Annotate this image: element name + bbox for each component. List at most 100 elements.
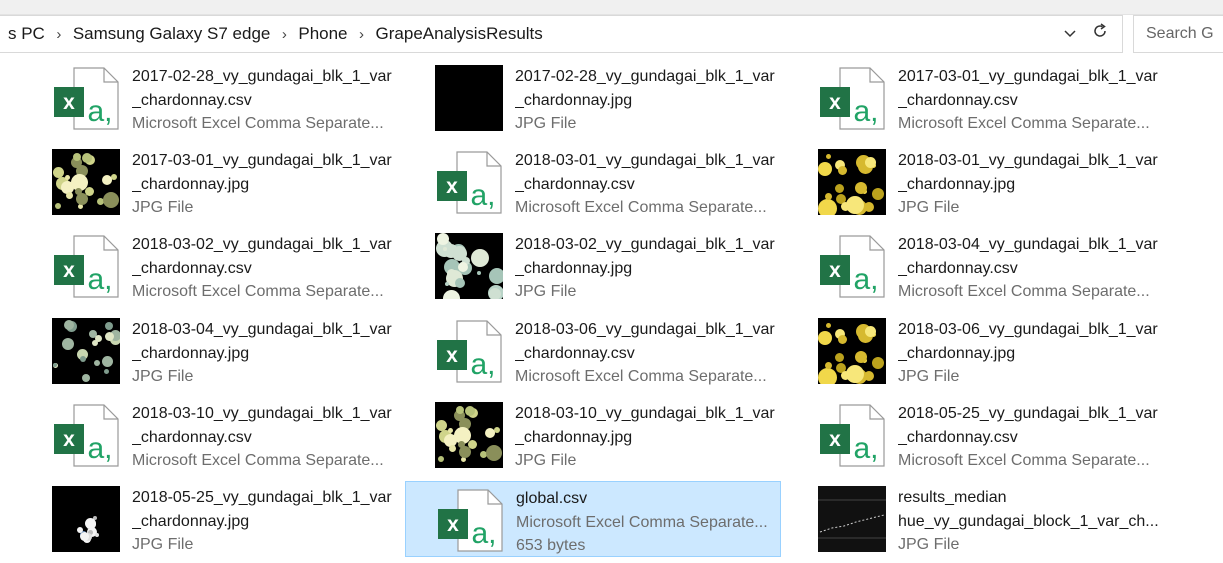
file-text: global.csv Microsoft Excel Comma Separate… xyxy=(516,487,781,558)
file-name: 2018-03-10_vy_gundagai_blk_1_var xyxy=(132,405,392,422)
file-text: 2017-03-01_vy_gundagai_blk_1_var _chardon… xyxy=(898,65,1163,136)
file-grid: x a, 2017-02-28_vy_gundagai_blk_1_var _ch… xyxy=(0,60,1223,563)
file-item[interactable]: x a, global.csv Microsoft Excel Comma Sep… xyxy=(405,481,781,557)
excel-csv-file-icon: x a, xyxy=(52,233,120,299)
jpg-thumbnail-image xyxy=(52,486,120,552)
file-name-cont: _chardonnay.csv xyxy=(515,344,635,362)
file-type: Microsoft Excel Comma Separate... xyxy=(132,283,384,300)
file-name: 2018-03-06_vy_gundagai_blk_1_var xyxy=(898,321,1158,338)
file-name: 2018-03-04_vy_gundagai_blk_1_var xyxy=(132,321,392,338)
svg-text:a,: a, xyxy=(87,263,112,296)
breadcrumb-item-this-pc[interactable]: s PC xyxy=(6,24,47,44)
file-text: 2017-02-28_vy_gundagai_blk_1_var _chardon… xyxy=(515,65,780,136)
file-name: 2017-02-28_vy_gundagai_blk_1_var xyxy=(132,68,392,85)
file-type: JPG File xyxy=(132,368,194,385)
file-name-cont: _chardonnay.jpg xyxy=(132,175,250,193)
file-text: 2018-03-10_vy_gundagai_blk_1_var _chardon… xyxy=(515,402,780,473)
file-name: 2017-02-28_vy_gundagai_blk_1_var xyxy=(515,68,775,85)
file-name-cont: _chardonnay.jpg xyxy=(515,428,633,446)
file-item[interactable]: 2017-03-01_vy_gundagai_blk_1_var _chardon… xyxy=(22,144,398,220)
file-name-cont: _chardonnay.csv xyxy=(898,259,1018,277)
file-item[interactable]: x a, 2017-02-28_vy_gundagai_blk_1_var _ch… xyxy=(22,60,398,136)
breadcrumb-chevron-icon[interactable]: › xyxy=(350,26,374,43)
file-name: 2017-03-01_vy_gundagai_blk_1_var xyxy=(132,152,392,169)
svg-text:x: x xyxy=(829,259,841,282)
file-item[interactable]: x a, 2018-03-02_vy_gundagai_blk_1_var _ch… xyxy=(22,228,398,304)
file-type: Microsoft Excel Comma Separate... xyxy=(898,283,1150,300)
file-name-cont: _chardonnay.csv xyxy=(898,428,1018,446)
address-bar[interactable]: s PC › Samsung Galaxy S7 edge › Phone › … xyxy=(0,15,1123,53)
excel-csv-file-icon: x a, xyxy=(435,149,503,215)
file-item[interactable]: x a, 2018-05-25_vy_gundagai_blk_1_var _ch… xyxy=(788,397,1164,473)
breadcrumb-item-phone[interactable]: Phone xyxy=(296,24,349,44)
file-text: 2018-03-02_vy_gundagai_blk_1_var _chardon… xyxy=(132,233,397,304)
file-name-cont: _chardonnay.jpg xyxy=(515,259,633,277)
svg-text:x: x xyxy=(63,259,75,282)
file-item[interactable]: x a, 2018-03-01_vy_gundagai_blk_1_var _ch… xyxy=(405,144,781,220)
jpg-thumbnail-image xyxy=(52,149,120,215)
file-item[interactable]: 2018-05-25_vy_gundagai_blk_1_var _chardon… xyxy=(22,481,398,557)
file-type: JPG File xyxy=(132,536,194,553)
svg-text:x: x xyxy=(829,91,841,114)
file-item[interactable]: x a, 2018-03-10_vy_gundagai_blk_1_var _ch… xyxy=(22,397,398,473)
file-item[interactable]: 2018-03-04_vy_gundagai_blk_1_var _chardon… xyxy=(22,313,398,389)
svg-text:a,: a, xyxy=(471,517,496,550)
title-bar-strip xyxy=(0,0,1223,15)
file-item[interactable]: x a, 2018-03-04_vy_gundagai_blk_1_var _ch… xyxy=(788,228,1164,304)
file-type: JPG File xyxy=(898,536,960,553)
search-placeholder: Search G xyxy=(1146,25,1214,42)
file-type: Microsoft Excel Comma Separate... xyxy=(515,199,767,216)
file-item[interactable]: 2018-03-06_vy_gundagai_blk_1_var _chardon… xyxy=(788,313,1164,389)
file-type: JPG File xyxy=(515,283,577,300)
file-name-cont: _chardonnay.csv xyxy=(898,91,1018,109)
svg-text:a,: a, xyxy=(87,95,112,128)
file-item[interactable]: 2018-03-02_vy_gundagai_blk_1_var _chardon… xyxy=(405,228,781,304)
file-name: 2018-03-01_vy_gundagai_blk_1_var xyxy=(898,152,1158,169)
svg-text:x: x xyxy=(446,344,458,367)
file-type: JPG File xyxy=(515,115,577,132)
file-name: 2018-03-06_vy_gundagai_blk_1_var xyxy=(515,321,775,338)
file-type: JPG File xyxy=(898,368,960,385)
file-text: 2018-03-01_vy_gundagai_blk_1_var _chardon… xyxy=(515,149,780,220)
file-name-cont: _chardonnay.csv xyxy=(132,91,252,109)
breadcrumb-item-folder[interactable]: GrapeAnalysisResults xyxy=(374,24,545,44)
jpg-thumbnail-image xyxy=(435,65,503,131)
excel-csv-file-icon: x a, xyxy=(818,65,886,131)
file-type: JPG File xyxy=(132,199,194,216)
refresh-icon[interactable] xyxy=(1088,22,1112,46)
svg-text:a,: a, xyxy=(853,263,878,296)
file-item[interactable]: x a, 2017-03-01_vy_gundagai_blk_1_var _ch… xyxy=(788,60,1164,136)
excel-csv-file-icon: x a, xyxy=(52,65,120,131)
search-input[interactable]: Search G xyxy=(1133,15,1223,53)
breadcrumb-chevron-icon[interactable]: › xyxy=(47,26,71,43)
svg-text:a,: a, xyxy=(87,432,112,465)
file-item[interactable]: results_median hue_vy_gundagai_block_1_va… xyxy=(788,481,1164,557)
file-name-cont: _chardonnay.jpg xyxy=(132,344,250,362)
svg-text:x: x xyxy=(829,428,841,451)
chevron-down-icon[interactable] xyxy=(1058,22,1082,46)
breadcrumb: s PC › Samsung Galaxy S7 edge › Phone › … xyxy=(6,24,545,44)
file-name-cont: _chardonnay.jpg xyxy=(132,512,250,530)
file-name-cont: _chardonnay.jpg xyxy=(898,344,1016,362)
file-name: 2018-05-25_vy_gundagai_blk_1_var xyxy=(132,489,392,506)
file-type: Microsoft Excel Comma Separate... xyxy=(132,115,384,132)
file-item[interactable]: 2018-03-01_vy_gundagai_blk_1_var _chardon… xyxy=(788,144,1164,220)
file-item[interactable]: 2017-02-28_vy_gundagai_blk_1_var _chardon… xyxy=(405,60,781,136)
file-type: 653 bytes xyxy=(516,537,586,554)
file-type: Microsoft Excel Comma Separate... xyxy=(132,452,384,469)
jpg-thumbnail-image xyxy=(818,486,886,552)
excel-csv-file-icon: x a, xyxy=(818,402,886,468)
file-item[interactable]: x a, 2018-03-06_vy_gundagai_blk_1_var _ch… xyxy=(405,313,781,389)
breadcrumb-item-device[interactable]: Samsung Galaxy S7 edge xyxy=(71,24,273,44)
breadcrumb-chevron-icon[interactable]: › xyxy=(272,26,296,43)
file-name: 2018-03-01_vy_gundagai_blk_1_var xyxy=(515,152,775,169)
file-name: 2018-03-04_vy_gundagai_blk_1_var xyxy=(898,236,1158,253)
file-text: 2018-03-10_vy_gundagai_blk_1_var _chardon… xyxy=(132,402,397,473)
svg-text:a,: a, xyxy=(470,348,495,381)
jpg-thumbnail-image xyxy=(818,318,886,384)
file-item[interactable]: 2018-03-10_vy_gundagai_blk_1_var _chardon… xyxy=(405,397,781,473)
file-name-cont: _chardonnay.jpg xyxy=(898,175,1016,193)
file-type: Microsoft Excel Comma Separate... xyxy=(898,115,1150,132)
svg-text:a,: a, xyxy=(853,95,878,128)
excel-csv-file-icon: x a, xyxy=(52,402,120,468)
